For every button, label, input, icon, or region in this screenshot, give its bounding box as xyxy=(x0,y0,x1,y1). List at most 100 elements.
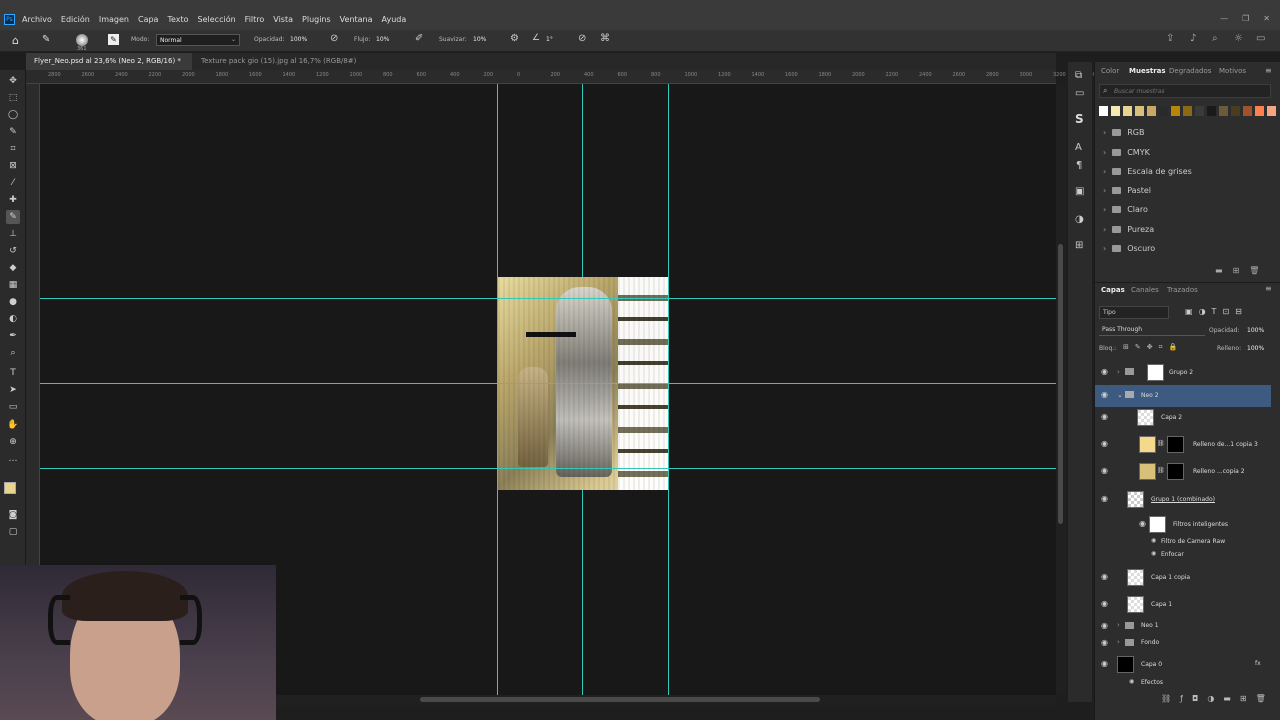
bell-icon[interactable]: ♪ xyxy=(1190,33,1196,44)
maximize-icon[interactable]: ❐ xyxy=(1242,14,1249,23)
home-icon[interactable]: ⌂ xyxy=(12,34,19,47)
chevron-right-icon[interactable]: › xyxy=(1117,368,1120,376)
eye-icon[interactable]: ◉ xyxy=(1101,659,1108,668)
brush-tool-icon[interactable]: ✎ xyxy=(6,210,20,224)
color-swatch[interactable] xyxy=(1159,106,1168,116)
link-layers-icon[interactable]: ⛓ xyxy=(1161,694,1171,703)
image-filter-icon[interactable]: ▣ xyxy=(1185,307,1193,316)
marquee-tool-icon[interactable]: ⬚ xyxy=(6,91,20,105)
fx-icon[interactable]: fx xyxy=(1255,660,1261,667)
color-swatch[interactable] xyxy=(1243,106,1252,116)
folder-icon[interactable]: ▬ xyxy=(1215,266,1223,275)
color-swatch[interactable] xyxy=(1123,106,1132,116)
libraries-icon[interactable]: ▣ xyxy=(1075,186,1084,197)
new-layer-icon[interactable]: ⊞ xyxy=(1240,694,1247,703)
character-icon[interactable]: A xyxy=(1075,142,1082,153)
trash-icon[interactable]: 🗑 xyxy=(1256,694,1266,703)
layer-row-neo-1[interactable]: ◉ › Neo 1 xyxy=(1095,618,1271,634)
dodge-tool-icon[interactable]: ◐ xyxy=(6,312,20,326)
opacity-value[interactable]: 100% xyxy=(290,36,307,43)
menu-item-capa[interactable]: Capa xyxy=(138,15,158,24)
scroll-thumb[interactable] xyxy=(1058,244,1063,524)
eye-icon[interactable]: ◉ xyxy=(1101,390,1108,399)
paragraph-icon[interactable]: ¶ xyxy=(1076,160,1082,171)
screen-mode-icon[interactable]: ▢ xyxy=(6,525,20,539)
pressure-opacity-icon[interactable]: ⊘ xyxy=(330,33,338,44)
color-swatch[interactable] xyxy=(1147,106,1156,116)
lock-artboard-icon[interactable]: ⌗ xyxy=(1159,343,1163,352)
menu-item-vista[interactable]: Vista xyxy=(273,15,293,24)
blur-tool-icon[interactable]: ● xyxy=(6,295,20,309)
character-style-icon[interactable]: S xyxy=(1075,112,1084,126)
layer-row-capa-0[interactable]: ◉ Capa 0 fx xyxy=(1095,654,1271,676)
eye-icon[interactable]: ◉ xyxy=(1151,537,1156,544)
folder-icon[interactable]: ▬ xyxy=(1223,694,1231,703)
mask-icon[interactable]: ◘ xyxy=(1192,694,1198,703)
eye-icon[interactable]: ◉ xyxy=(1139,519,1146,528)
swatch-folder-pastel[interactable]: › Pastel xyxy=(1103,186,1151,195)
minimize-icon[interactable]: — xyxy=(1220,14,1228,23)
eye-icon[interactable]: ◉ xyxy=(1101,572,1108,581)
properties-icon[interactable]: ⊞ xyxy=(1075,240,1083,251)
stamp-tool-icon[interactable]: ⊥ xyxy=(6,227,20,241)
chevron-right-icon[interactable]: › xyxy=(1117,638,1120,646)
smart-filter-icon[interactable]: ⊟ xyxy=(1235,307,1242,316)
layer-row-enfocar[interactable]: ◉ Enfocar xyxy=(1095,549,1271,561)
panel-menu-icon[interactable]: ≡ xyxy=(1265,284,1272,293)
fx-icon[interactable]: ƒ xyxy=(1180,694,1183,703)
menu-item-ventana[interactable]: Ventana xyxy=(340,15,373,24)
eraser-tool-icon[interactable]: ◆ xyxy=(6,261,20,275)
gear-icon[interactable]: ⚙ xyxy=(510,33,519,44)
tab-texture-pack[interactable]: Texture pack gio (15).jpg al 16,7% (RGB/… xyxy=(193,53,371,82)
menu-item-texto[interactable]: Texto xyxy=(167,15,188,24)
layer-row-grupo-2[interactable]: ◉ › Grupo 2 xyxy=(1095,362,1271,384)
angle-value[interactable]: 1° xyxy=(546,36,553,43)
swatch-folder-grayscale[interactable]: › Escala de grises xyxy=(1103,167,1192,176)
frame-tool-icon[interactable]: ⊠ xyxy=(6,159,20,173)
adjustment-filter-icon[interactable]: ◑ xyxy=(1199,307,1206,316)
menu-item-archivo[interactable]: Archivo xyxy=(22,15,52,24)
eye-icon[interactable]: ◉ xyxy=(1101,412,1108,421)
shape-filter-icon[interactable]: ⊡ xyxy=(1222,307,1229,316)
adjustment-layer-icon[interactable]: ◑ xyxy=(1207,694,1214,703)
healing-tool-icon[interactable]: ✚ xyxy=(6,193,20,207)
airbrush-icon[interactable]: ✐ xyxy=(415,33,423,44)
swatch-folder-rgb[interactable]: › RGB xyxy=(1103,128,1144,137)
eye-icon[interactable]: ◉ xyxy=(1101,621,1108,630)
menu-item-plugins[interactable]: Plugins xyxy=(302,15,331,24)
color-swatch[interactable] xyxy=(1183,106,1192,116)
foreground-color[interactable] xyxy=(4,482,16,494)
new-swatch-icon[interactable]: ⊞ xyxy=(1233,266,1240,275)
lightbulb-icon[interactable]: ☼ xyxy=(1234,33,1243,44)
more-tools-icon[interactable]: … xyxy=(6,452,20,466)
color-swatch[interactable] xyxy=(1231,106,1240,116)
quick-mask-icon[interactable]: ◙ xyxy=(6,508,20,522)
eye-icon[interactable]: ◉ xyxy=(1101,466,1108,475)
zoom-tool-icon[interactable]: ⌕ xyxy=(6,346,20,360)
lock-all-icon[interactable]: 🔒 xyxy=(1169,343,1178,352)
eye-icon[interactable]: ◉ xyxy=(1101,439,1108,448)
history-brush-tool-icon[interactable]: ↺ xyxy=(6,244,20,258)
fill-value[interactable]: 100% xyxy=(1247,345,1264,352)
lock-brush-icon[interactable]: ✎ xyxy=(1135,343,1141,352)
layer-row-efectos[interactable]: ◉ Efectos xyxy=(1095,677,1271,689)
layer-opacity-value[interactable]: 100% xyxy=(1247,327,1264,334)
menu-item-seleccion[interactable]: Selección xyxy=(198,15,236,24)
lasso-tool-icon[interactable]: ◯ xyxy=(6,108,20,122)
menu-item-edicion[interactable]: Edición xyxy=(61,15,90,24)
menu-item-imagen[interactable]: Imagen xyxy=(99,15,129,24)
color-swatch[interactable] xyxy=(1207,106,1216,116)
eye-icon[interactable]: ◉ xyxy=(1151,550,1156,557)
layer-row-camera-raw[interactable]: ◉ Filtro de Camera Raw xyxy=(1095,536,1271,548)
scroll-thumb[interactable] xyxy=(420,697,820,702)
search-icon[interactable]: ⌕ xyxy=(1212,33,1218,44)
color-swatch[interactable] xyxy=(1135,106,1144,116)
smooth-value[interactable]: 10% xyxy=(473,36,486,43)
comments-icon[interactable]: ▭ xyxy=(1075,88,1084,99)
hand-tool-icon[interactable]: ✋ xyxy=(6,418,20,432)
lock-pixels-icon[interactable]: ⊞ xyxy=(1123,343,1129,352)
menu-item-filtro[interactable]: Filtro xyxy=(245,15,265,24)
symmetry-icon[interactable]: ⌘ xyxy=(600,33,610,44)
vertical-scrollbar[interactable] xyxy=(1056,84,1066,695)
eye-icon[interactable]: ◉ xyxy=(1101,599,1108,608)
